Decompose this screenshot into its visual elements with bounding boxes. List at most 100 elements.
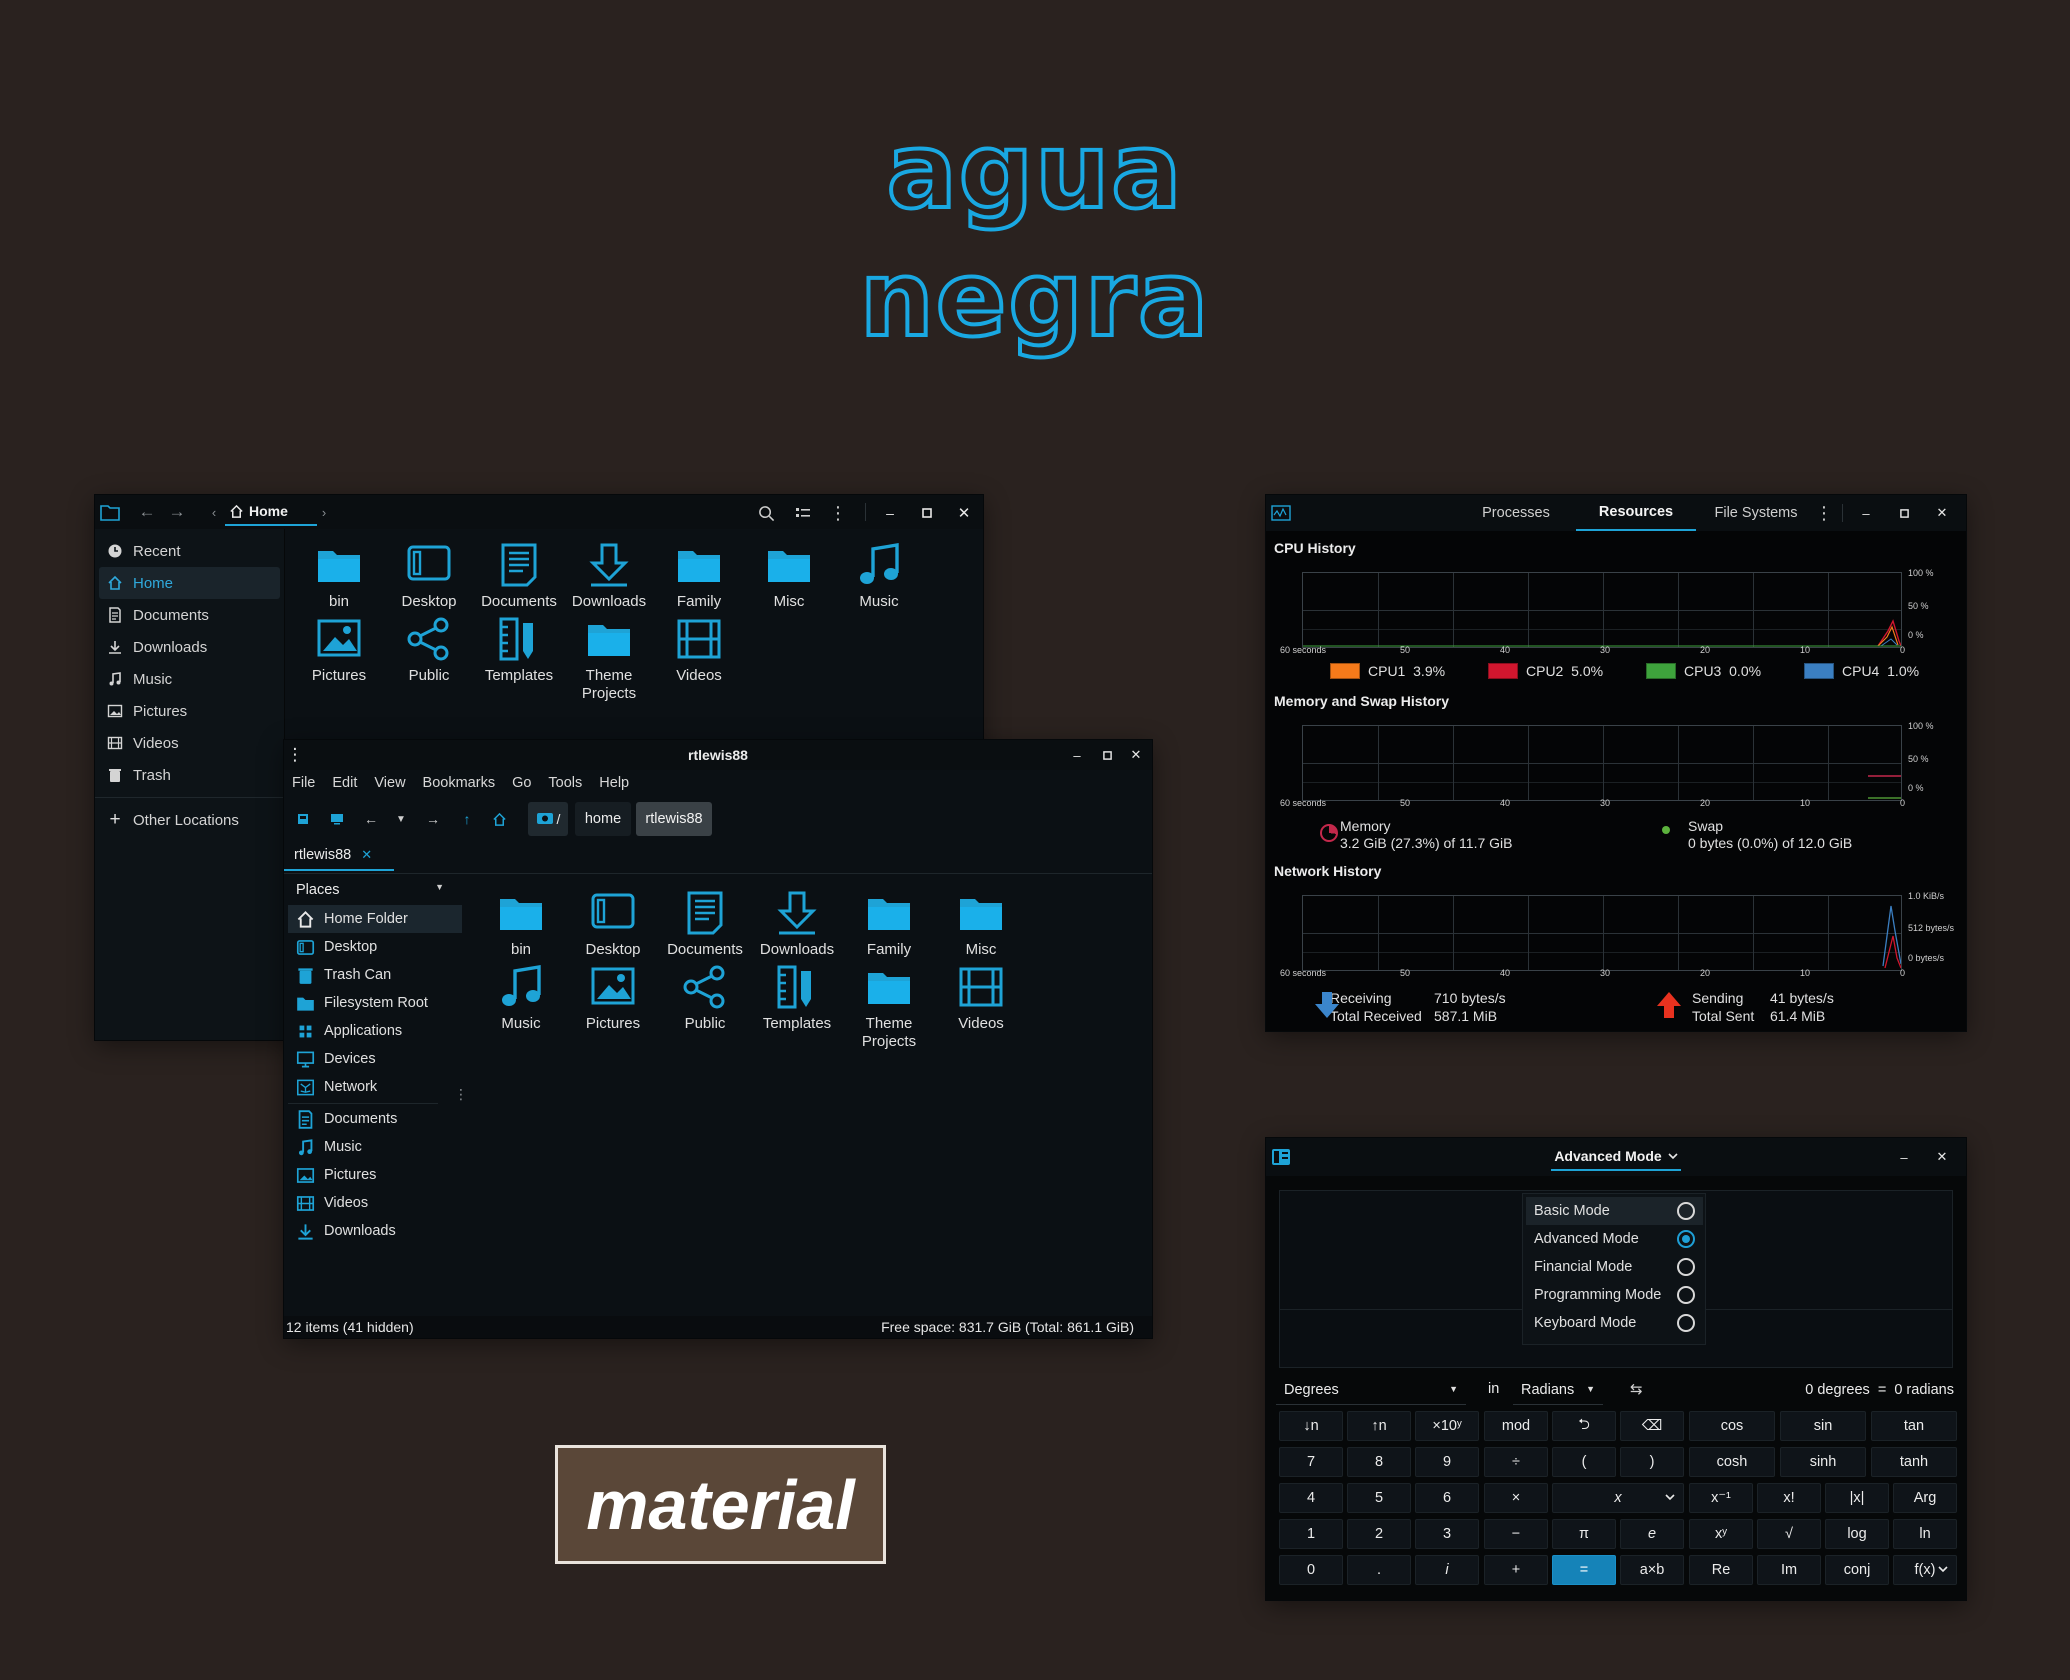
- key-0-7[interactable]: sin: [1780, 1411, 1866, 1441]
- key-4-0[interactable]: 0: [1279, 1555, 1343, 1585]
- key-4-9[interactable]: f(x): [1893, 1555, 1957, 1585]
- key-4-8[interactable]: conj: [1825, 1555, 1889, 1585]
- file-item[interactable]: Family: [843, 887, 935, 959]
- menu-tools[interactable]: Tools: [548, 775, 582, 795]
- computer-icon[interactable]: [328, 809, 346, 829]
- file-item[interactable]: Theme Projects: [843, 961, 935, 1051]
- menu-view[interactable]: View: [374, 775, 405, 795]
- cpu-color-swatch[interactable]: [1330, 663, 1360, 679]
- back-arrow-icon[interactable]: ←: [362, 809, 380, 829]
- file-item[interactable]: Videos: [935, 961, 1027, 1033]
- key-2-7[interactable]: |x|: [1825, 1483, 1889, 1513]
- sidebar-item-downloads[interactable]: Downloads: [95, 631, 284, 663]
- places-item-videos[interactable]: Videos: [288, 1189, 462, 1217]
- file-item[interactable]: Desktop: [567, 887, 659, 959]
- places-item-documents[interactable]: Documents: [288, 1105, 462, 1133]
- places-item-applications[interactable]: Applications: [288, 1017, 462, 1045]
- places-item-home-folder[interactable]: Home Folder: [288, 905, 462, 933]
- path-left-chevron-icon[interactable]: ‹: [207, 503, 221, 521]
- file-item[interactable]: Documents: [659, 887, 751, 959]
- file-item[interactable]: bin: [293, 539, 385, 611]
- swap-pie-icon[interactable]: [1662, 826, 1670, 834]
- key-4-7[interactable]: Im: [1757, 1555, 1821, 1585]
- key-2-3[interactable]: ×: [1484, 1483, 1548, 1513]
- nemo-tab[interactable]: rtlewis88 ✕: [284, 841, 394, 871]
- crumb-user-button[interactable]: rtlewis88: [636, 802, 712, 836]
- places-item-devices[interactable]: Devices: [288, 1045, 462, 1073]
- menu-help[interactable]: Help: [599, 775, 629, 795]
- key-0-1[interactable]: ↑n: [1347, 1411, 1411, 1441]
- places-item-music[interactable]: Music: [288, 1133, 462, 1161]
- crumb-home-button[interactable]: home: [575, 802, 631, 836]
- key-2-1[interactable]: 5: [1347, 1483, 1411, 1513]
- file-item[interactable]: Templates: [751, 961, 843, 1033]
- key-0-3[interactable]: mod: [1484, 1411, 1548, 1441]
- search-icon[interactable]: [755, 502, 777, 524]
- home-icon[interactable]: [490, 809, 508, 829]
- menu-bookmarks[interactable]: Bookmarks: [423, 775, 496, 795]
- cpu-color-swatch[interactable]: [1646, 663, 1676, 679]
- key-0-8[interactable]: tan: [1871, 1411, 1957, 1441]
- key-1-3[interactable]: ÷: [1484, 1447, 1548, 1477]
- key-1-8[interactable]: tanh: [1871, 1447, 1957, 1477]
- places-item-network[interactable]: Network: [288, 1073, 462, 1101]
- key-0-0[interactable]: ↓n: [1279, 1411, 1343, 1441]
- key-3-0[interactable]: 1: [1279, 1519, 1343, 1549]
- key-3-6[interactable]: xʸ: [1689, 1519, 1753, 1549]
- key-0-4[interactable]: ⮌: [1552, 1411, 1616, 1441]
- key-3-9[interactable]: ln: [1893, 1519, 1957, 1549]
- places-header[interactable]: Places ▼: [284, 875, 462, 905]
- crumb-root-button[interactable]: /: [528, 802, 568, 836]
- key-3-7[interactable]: √: [1757, 1519, 1821, 1549]
- key-2-6[interactable]: x!: [1757, 1483, 1821, 1513]
- file-item[interactable]: Misc: [743, 539, 835, 611]
- forward-arrow-icon[interactable]: →: [167, 502, 187, 522]
- sidebar-item-trash[interactable]: Trash: [95, 759, 284, 791]
- path-right-chevron-icon[interactable]: ›: [317, 503, 331, 521]
- key-0-5[interactable]: ⌫: [1620, 1411, 1684, 1441]
- file-item[interactable]: Misc: [935, 887, 1027, 959]
- sidebar-item-recent[interactable]: Recent: [95, 535, 284, 567]
- key-1-6[interactable]: cosh: [1689, 1447, 1775, 1477]
- key-2-0[interactable]: 4: [1279, 1483, 1343, 1513]
- key-4-1[interactable]: .: [1347, 1555, 1411, 1585]
- sidebar-item-documents[interactable]: Documents: [95, 599, 284, 631]
- file-item[interactable]: Music: [833, 539, 925, 611]
- memory-pie-icon[interactable]: [1320, 824, 1338, 842]
- key-1-1[interactable]: 8: [1347, 1447, 1411, 1477]
- key-3-8[interactable]: log: [1825, 1519, 1889, 1549]
- file-item[interactable]: Music: [475, 961, 567, 1033]
- places-item-trash-can[interactable]: Trash Can: [288, 961, 462, 989]
- key-2-8[interactable]: Arg: [1893, 1483, 1957, 1513]
- file-item[interactable]: Desktop: [383, 539, 475, 611]
- file-item[interactable]: Downloads: [563, 539, 655, 611]
- key-1-2[interactable]: 9: [1415, 1447, 1479, 1477]
- file-item[interactable]: Family: [653, 539, 745, 611]
- key-2-2[interactable]: 6: [1415, 1483, 1479, 1513]
- file-item[interactable]: Templates: [473, 613, 565, 685]
- file-item[interactable]: Public: [383, 613, 475, 685]
- cpu-color-swatch[interactable]: [1804, 663, 1834, 679]
- previous-location-icon[interactable]: [294, 809, 312, 829]
- key-3-5[interactable]: e: [1620, 1519, 1684, 1549]
- sidebar-item-videos[interactable]: Videos: [95, 727, 284, 759]
- places-item-pictures[interactable]: Pictures: [288, 1161, 462, 1189]
- sidebar-item-pictures[interactable]: Pictures: [95, 695, 284, 727]
- file-item[interactable]: Pictures: [567, 961, 659, 1033]
- cpu-color-swatch[interactable]: [1488, 663, 1518, 679]
- places-item-downloads[interactable]: Downloads: [288, 1217, 462, 1245]
- path-home-button[interactable]: Home: [225, 498, 317, 526]
- history-dropdown-icon[interactable]: ▼: [392, 809, 410, 829]
- key-0-2[interactable]: ×10ʸ: [1415, 1411, 1479, 1441]
- menu-file[interactable]: File: [292, 775, 315, 795]
- file-item[interactable]: Pictures: [293, 613, 385, 685]
- tab-close-icon[interactable]: ✕: [361, 847, 372, 863]
- key-4-2[interactable]: i: [1415, 1555, 1479, 1585]
- forward-arrow-icon[interactable]: →: [424, 809, 442, 829]
- view-toggle-icon[interactable]: [792, 502, 814, 524]
- key-3-2[interactable]: 3: [1415, 1519, 1479, 1549]
- sidebar-item-music[interactable]: Music: [95, 663, 284, 695]
- key-1-7[interactable]: sinh: [1780, 1447, 1866, 1477]
- sidebar-item-home[interactable]: Home: [99, 567, 280, 599]
- key-4-5[interactable]: a×b: [1620, 1555, 1684, 1585]
